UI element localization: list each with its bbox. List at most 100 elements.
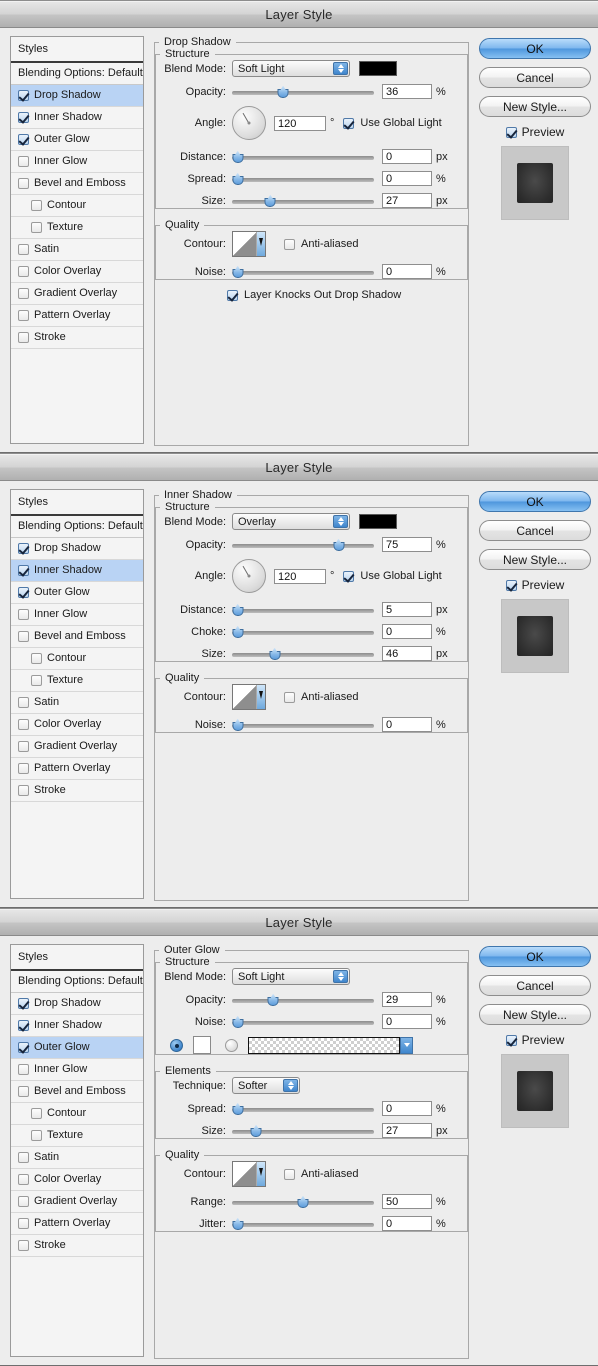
preview-toggle[interactable]: Preview [479,1033,591,1047]
preview-toggle[interactable]: Preview [479,125,591,139]
chevron-down-icon[interactable] [256,685,265,709]
blending-options-item[interactable]: Blending Options: Default [11,516,143,538]
spread-input[interactable]: 0 [382,1101,432,1116]
distance-input[interactable]: 0 [382,149,432,164]
checkbox-unchecked-icon[interactable] [18,1240,29,1251]
layer-knocks-out-checkbox[interactable] [227,289,238,301]
sidebar-item-drop-shadow[interactable]: Drop Shadow [11,85,143,107]
chevron-down-icon[interactable] [400,1036,413,1054]
sidebar-item-outer-glow[interactable]: Outer Glow [11,129,143,151]
sidebar-item-texture[interactable]: Texture [11,1125,143,1147]
size-input[interactable]: 27 [382,193,432,208]
checkbox-unchecked-icon[interactable] [18,1064,29,1075]
checkbox-unchecked-icon[interactable] [18,741,29,752]
checkbox-checked-icon[interactable] [18,543,29,554]
checkbox-unchecked-icon[interactable] [18,1174,29,1185]
new-style-button[interactable]: New Style... [479,96,591,117]
checkbox-unchecked-icon[interactable] [18,719,29,730]
chevron-down-icon[interactable] [256,1162,265,1186]
checkbox-checked-icon[interactable] [18,134,29,145]
chevron-down-icon[interactable] [256,232,265,256]
slider-knob[interactable] [232,1016,244,1028]
ok-button[interactable]: OK [479,38,591,59]
blend-mode-select[interactable]: Soft Light [232,968,350,985]
size-slider[interactable] [232,195,374,207]
sidebar-item-inner-glow[interactable]: Inner Glow [11,1059,143,1081]
sidebar-item-inner-shadow[interactable]: Inner Shadow [11,107,143,129]
range-input[interactable]: 50 [382,1194,432,1209]
spread-input[interactable]: 0 [382,171,432,186]
distance-slider[interactable] [232,604,374,616]
opacity-slider[interactable] [232,86,374,98]
spread-slider[interactable] [232,1103,374,1115]
sidebar-item-inner-glow[interactable]: Inner Glow [11,151,143,173]
size-slider[interactable] [232,1125,374,1137]
sidebar-item-satin[interactable]: Satin [11,692,143,714]
opacity-slider[interactable] [232,539,374,551]
slider-knob[interactable] [267,994,279,1006]
slider-knob[interactable] [232,1103,244,1115]
size-input[interactable]: 27 [382,1123,432,1138]
angle-dial[interactable] [232,559,266,593]
sidebar-item-gradient-overlay[interactable]: Gradient Overlay [11,283,143,305]
preview-toggle[interactable]: Preview [479,578,591,592]
cancel-button[interactable]: Cancel [479,975,591,996]
blend-mode-select[interactable]: Soft Light [232,60,350,77]
sidebar-item-pattern-overlay[interactable]: Pattern Overlay [11,1213,143,1235]
checkbox-checked-icon[interactable] [18,112,29,123]
checkbox-unchecked-icon[interactable] [18,785,29,796]
checkbox-checked-icon[interactable] [18,1042,29,1053]
sidebar-item-drop-shadow[interactable]: Drop Shadow [11,538,143,560]
checkbox-unchecked-icon[interactable] [18,1152,29,1163]
shadow-color-swatch[interactable] [359,514,397,529]
slider-knob[interactable] [232,173,244,185]
contour-preset-picker[interactable] [232,1161,266,1187]
checkbox-unchecked-icon[interactable] [18,763,29,774]
sidebar-item-drop-shadow[interactable]: Drop Shadow [11,993,143,1015]
sidebar-item-satin[interactable]: Satin [11,1147,143,1169]
checkbox-unchecked-icon[interactable] [18,156,29,167]
checkbox-unchecked-icon[interactable] [18,631,29,642]
checkbox-unchecked-icon[interactable] [31,222,42,233]
angle-input[interactable]: 120 [274,568,326,584]
stepper-icon[interactable] [333,62,348,75]
slider-knob[interactable] [232,604,244,616]
slider-knob[interactable] [297,1196,309,1208]
shadow-color-swatch[interactable] [359,61,397,76]
checkbox-unchecked-icon[interactable] [18,332,29,343]
sidebar-item-outer-glow[interactable]: Outer Glow [11,1037,143,1059]
checkbox-unchecked-icon[interactable] [18,266,29,277]
cancel-button[interactable]: Cancel [479,67,591,88]
sidebar-item-contour[interactable]: Contour [11,195,143,217]
slider-knob[interactable] [250,1125,262,1137]
sidebar-item-gradient-overlay[interactable]: Gradient Overlay [11,1191,143,1213]
anti-aliased-checkbox[interactable] [284,691,295,703]
sidebar-item-stroke[interactable]: Stroke [11,327,143,349]
angle-input[interactable]: 120 [274,115,326,131]
checkbox-unchecked-icon[interactable] [31,200,42,211]
cancel-button[interactable]: Cancel [479,520,591,541]
angle-dial[interactable] [232,106,266,140]
blending-options-item[interactable]: Blending Options: Default [11,971,143,993]
sidebar-item-inner-shadow[interactable]: Inner Shadow [11,1015,143,1037]
preview-checkbox[interactable] [505,579,517,591]
anti-aliased-checkbox[interactable] [284,238,295,250]
preview-checkbox[interactable] [505,126,517,138]
noise-input[interactable]: 0 [382,264,432,279]
anti-aliased-checkbox[interactable] [284,1168,295,1180]
noise-slider[interactable] [232,719,374,731]
size-input[interactable]: 46 [382,646,432,661]
sidebar-item-pattern-overlay[interactable]: Pattern Overlay [11,758,143,780]
new-style-button[interactable]: New Style... [479,1004,591,1025]
ok-button[interactable]: OK [479,491,591,512]
sidebar-item-bevel-and-emboss[interactable]: Bevel and Emboss [11,1081,143,1103]
opacity-input[interactable]: 36 [382,84,432,99]
checkbox-checked-icon[interactable] [18,587,29,598]
sidebar-item-pattern-overlay[interactable]: Pattern Overlay [11,305,143,327]
contour-preset-picker[interactable] [232,231,266,257]
checkbox-checked-icon[interactable] [18,565,29,576]
slider-knob[interactable] [264,195,276,207]
sidebar-item-satin[interactable]: Satin [11,239,143,261]
slider-knob[interactable] [333,539,344,551]
checkbox-unchecked-icon[interactable] [18,1086,29,1097]
